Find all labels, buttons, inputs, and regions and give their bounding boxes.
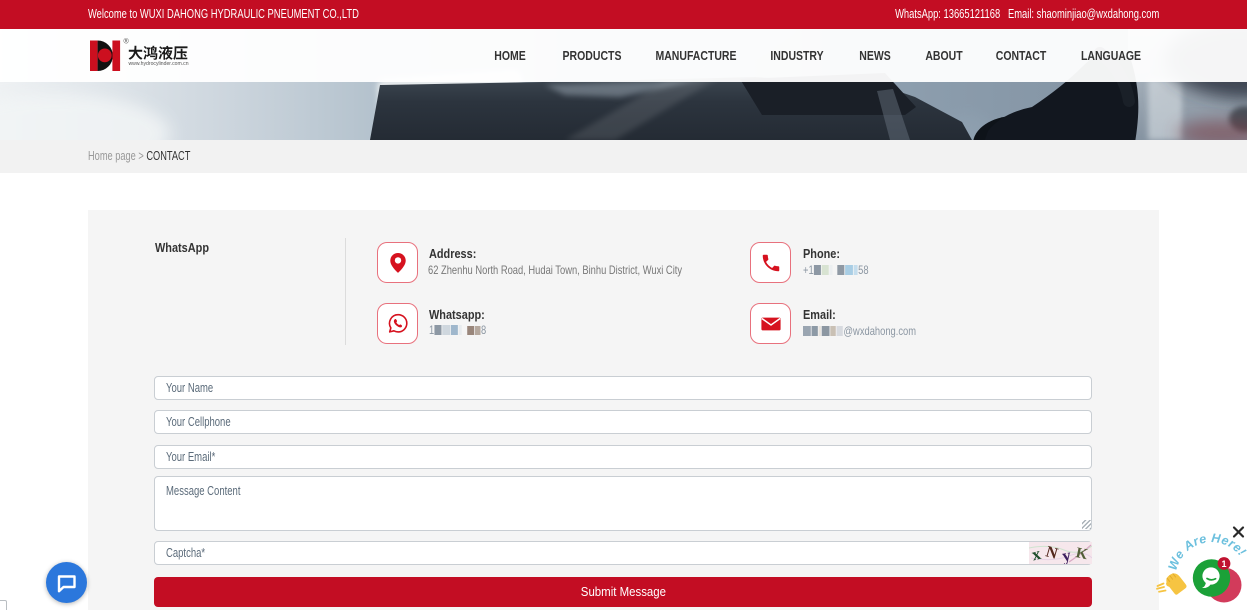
svg-text:®: ®: [124, 38, 130, 46]
svg-text:1: 1: [1221, 559, 1226, 569]
svg-text:www.hydrocylinder.com.cn: www.hydrocylinder.com.cn: [128, 61, 189, 67]
